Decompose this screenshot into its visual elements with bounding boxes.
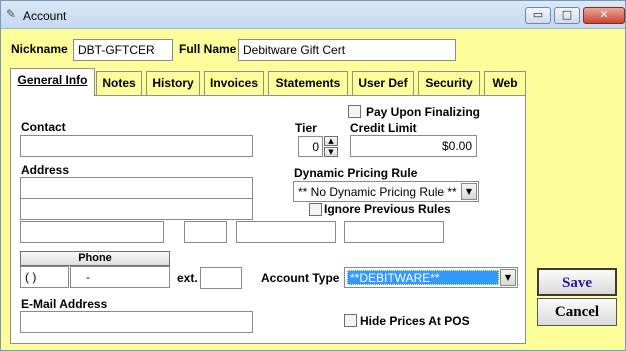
phone-area-field[interactable]: ( )	[20, 266, 69, 288]
nickname-field[interactable]: DBT-GFTCER	[73, 39, 173, 61]
ignore-previous-rules-label: Ignore Previous Rules	[324, 202, 451, 216]
close-button[interactable]: ✕	[583, 7, 625, 24]
contact-field[interactable]	[20, 135, 253, 157]
ext-field[interactable]	[200, 267, 242, 289]
phone-number-field[interactable]: -	[70, 266, 170, 288]
dynamic-pricing-value: ** No Dynamic Pricing Rule **	[298, 185, 457, 199]
dynamic-pricing-select[interactable]: ** No Dynamic Pricing Rule ** ▼	[293, 181, 479, 202]
window-title: Account	[23, 9, 67, 23]
zip-field[interactable]	[236, 221, 336, 243]
ignore-previous-rules-checkbox[interactable]	[309, 203, 322, 216]
account-type-value: **DEBITWARE**	[350, 271, 440, 285]
tab-history[interactable]: History	[146, 71, 200, 96]
phone-button[interactable]: Phone	[20, 251, 170, 266]
fullname-label: Full Name	[179, 42, 237, 56]
credit-limit-field[interactable]: $0.00	[350, 135, 477, 157]
dynamic-pricing-label: Dynamic Pricing Rule	[294, 166, 418, 180]
tab-invoices[interactable]: Invoices	[204, 71, 264, 96]
title-bar[interactable]: ✎ Account ▭ □ ✕	[1, 1, 625, 29]
account-window: ✎ Account ▭ □ ✕ Nickname DBT-GFTCER Full…	[0, 0, 626, 351]
tab-notes[interactable]: Notes	[96, 71, 142, 96]
tab-statements[interactable]: Statements	[268, 71, 348, 96]
tab-security[interactable]: Security	[418, 71, 480, 96]
tier-label: Tier	[295, 121, 317, 135]
tab-general-info[interactable]: General Info	[10, 68, 95, 96]
pay-upon-finalizing-checkbox[interactable]	[348, 105, 361, 118]
contact-label: Contact	[21, 120, 66, 134]
chevron-down-icon[interactable]: ▼	[461, 183, 477, 200]
account-type-select[interactable]: **DEBITWARE** ▼	[344, 267, 518, 288]
general-info-panel: Pay Upon Finalizing Contact Tier 0 ▲ ▼ C…	[10, 95, 526, 344]
tier-down-button[interactable]: ▼	[324, 147, 338, 157]
state-field[interactable]	[184, 221, 227, 243]
fullname-field[interactable]: Debitware Gift Cert	[238, 39, 456, 61]
address-line1-field[interactable]	[20, 177, 253, 199]
tier-up-button[interactable]: ▲	[324, 136, 338, 146]
hide-prices-checkbox[interactable]	[344, 314, 357, 327]
pay-upon-finalizing-label: Pay Upon Finalizing	[366, 105, 481, 119]
maximize-button[interactable]: □	[554, 7, 580, 24]
country-field[interactable]	[344, 221, 444, 243]
account-type-label: Account Type	[261, 271, 340, 285]
tab-user-def[interactable]: User Def	[352, 71, 414, 96]
tier-field[interactable]: 0	[298, 136, 323, 157]
nickname-label: Nickname	[11, 42, 68, 56]
email-field[interactable]	[20, 311, 253, 333]
app-icon: ✎	[6, 7, 17, 21]
cancel-button[interactable]: Cancel	[537, 298, 617, 326]
address-line2-field[interactable]	[20, 198, 253, 220]
save-button[interactable]: Save	[537, 268, 617, 296]
email-label: E-Mail Address	[21, 297, 108, 311]
hide-prices-label: Hide Prices At POS	[360, 314, 470, 328]
city-field[interactable]	[20, 221, 164, 243]
tab-web[interactable]: Web	[484, 71, 526, 96]
credit-limit-label: Credit Limit	[350, 121, 417, 135]
chevron-down-icon[interactable]: ▼	[500, 269, 516, 286]
address-label: Address	[21, 163, 70, 177]
ext-label: ext.	[177, 271, 198, 285]
minimize-button[interactable]: ▭	[525, 7, 551, 24]
